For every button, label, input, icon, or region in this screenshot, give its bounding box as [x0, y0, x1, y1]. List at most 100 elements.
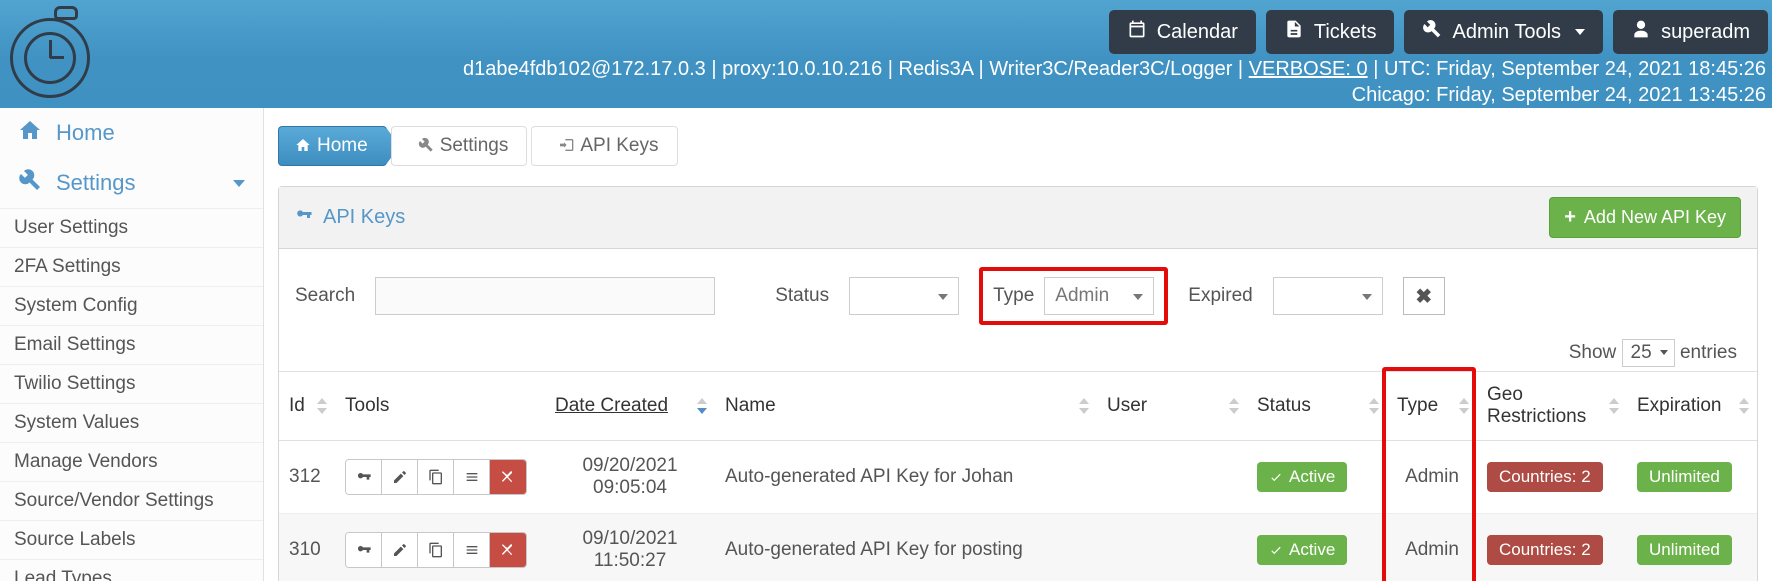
- admin-tools-label: Admin Tools: [1452, 21, 1561, 44]
- clear-filters-button[interactable]: ✖: [1403, 277, 1445, 315]
- col-type[interactable]: Type: [1387, 372, 1477, 441]
- row-tools: [345, 459, 527, 495]
- expiration-badge: Unlimited: [1637, 535, 1732, 565]
- view-key-button[interactable]: [346, 460, 382, 494]
- page-size-select[interactable]: 25: [1622, 339, 1675, 367]
- geo-badge: Countries: 2: [1487, 535, 1603, 565]
- cell-exp: Unlimited: [1627, 514, 1757, 581]
- server-info: d1abe4fdb102@172.17.0.3 | proxy:10.0.10.…: [463, 58, 1249, 80]
- cell-exp: Unlimited: [1627, 441, 1757, 514]
- delete-button[interactable]: [490, 460, 526, 494]
- cell-user: [1097, 514, 1247, 581]
- sidebar-sub-item[interactable]: Twilio Settings: [0, 364, 263, 403]
- cell-status: Active: [1247, 514, 1387, 581]
- chevron-down-icon: [1660, 350, 1668, 355]
- delete-button[interactable]: [490, 533, 526, 567]
- tickets-label: Tickets: [1314, 21, 1377, 44]
- view-key-button[interactable]: [346, 533, 382, 567]
- search-label: Search: [295, 285, 355, 307]
- utc-time: | UTC: Friday, September 24, 2021 18:45:…: [1373, 58, 1766, 80]
- col-date[interactable]: Date Created: [545, 372, 715, 441]
- sidebar-sub-item[interactable]: Source Labels: [0, 520, 263, 559]
- table-row: 310 09/10/2021 11:50:27 Auto-generated A…: [279, 514, 1757, 581]
- app-logo: [6, 8, 98, 100]
- list-button[interactable]: [454, 533, 490, 567]
- edit-button[interactable]: [382, 533, 418, 567]
- sidebar-sub-item[interactable]: Manage Vendors: [0, 442, 263, 481]
- col-exp[interactable]: Expiration: [1627, 372, 1757, 441]
- panel-apikeys: API Keys + Add New API Key Search Status…: [278, 186, 1758, 581]
- local-time: Chicago: Friday, September 24, 2021 13:4…: [463, 82, 1766, 108]
- crumb-home-label: Home: [317, 135, 368, 156]
- cell-user: [1097, 441, 1247, 514]
- cell-id: 312: [279, 441, 335, 514]
- page-size-value: 25: [1631, 342, 1652, 364]
- cell-tools: [335, 514, 545, 581]
- cell-geo: Countries: 2: [1477, 441, 1627, 514]
- expired-label: Expired: [1188, 285, 1252, 307]
- type-select-value: Admin: [1055, 285, 1109, 307]
- cell-id: 310: [279, 514, 335, 581]
- calendar-button[interactable]: Calendar: [1109, 10, 1256, 54]
- col-user[interactable]: User: [1097, 372, 1247, 441]
- sidebar-sub-item[interactable]: System Values: [0, 403, 263, 442]
- col-name[interactable]: Name: [715, 372, 1097, 441]
- expiration-badge: Unlimited: [1637, 462, 1732, 492]
- list-button[interactable]: [454, 460, 490, 494]
- entries-control: Show 25 entries: [279, 335, 1757, 371]
- edit-button[interactable]: [382, 460, 418, 494]
- cell-name: Auto-generated API Key for Johan: [715, 441, 1097, 514]
- search-input[interactable]: [375, 277, 715, 315]
- user-menu-button[interactable]: superadm: [1613, 10, 1768, 54]
- chevron-down-icon: [233, 180, 245, 187]
- user-label: superadm: [1661, 21, 1750, 44]
- col-geo[interactable]: Geo Restrictions: [1477, 372, 1627, 441]
- add-api-key-button[interactable]: + Add New API Key: [1549, 197, 1741, 238]
- col-status[interactable]: Status: [1247, 372, 1387, 441]
- sidebar-sub-item[interactable]: User Settings: [0, 208, 263, 247]
- sidebar-home-label: Home: [56, 120, 115, 146]
- close-icon: ✖: [1415, 284, 1432, 309]
- add-api-key-label: Add New API Key: [1584, 207, 1726, 228]
- type-label: Type: [993, 285, 1034, 307]
- status-select[interactable]: [849, 277, 959, 315]
- sidebar-sub-item[interactable]: Email Settings: [0, 325, 263, 364]
- crumb-home[interactable]: Home: [278, 126, 387, 166]
- cell-geo: Countries: 2: [1477, 514, 1627, 581]
- copy-button[interactable]: [418, 533, 454, 567]
- api-keys-table: Id Tools Date Created Name User Status T…: [279, 371, 1757, 581]
- topbar-info: d1abe4fdb102@172.17.0.3 | proxy:10.0.10.…: [463, 56, 1766, 108]
- type-filter-highlight: Type Admin: [979, 267, 1168, 325]
- admin-tools-button[interactable]: Admin Tools: [1404, 10, 1603, 54]
- col-id[interactable]: Id: [279, 372, 335, 441]
- plus-icon: +: [1564, 206, 1576, 229]
- breadcrumb: Home Settings API Keys: [278, 126, 1758, 166]
- crumb-apikeys-label: API Keys: [580, 135, 658, 156]
- sidebar-sub-item[interactable]: Source/Vendor Settings: [0, 481, 263, 520]
- panel-header: API Keys + Add New API Key: [279, 187, 1757, 249]
- panel-title: API Keys: [323, 206, 405, 229]
- expired-select[interactable]: [1273, 277, 1383, 315]
- sidebar-settings-label: Settings: [56, 170, 136, 196]
- col-tools[interactable]: Tools: [335, 372, 545, 441]
- copy-button[interactable]: [418, 460, 454, 494]
- sidebar-sub-item[interactable]: 2FA Settings: [0, 247, 263, 286]
- filters: Search Status Type Admin Expired ✖: [279, 249, 1757, 335]
- chevron-down-icon: [1133, 294, 1143, 300]
- sidebar-sub-item[interactable]: System Config: [0, 286, 263, 325]
- sidebar-sub-item[interactable]: Lead Types: [0, 559, 263, 581]
- topbar: Calendar Tickets Admin Tools superadm d1…: [0, 0, 1772, 108]
- geo-badge: Countries: 2: [1487, 462, 1603, 492]
- sidebar-item-home[interactable]: Home: [0, 108, 263, 158]
- crumb-apikeys[interactable]: API Keys: [531, 126, 677, 166]
- calendar-label: Calendar: [1157, 21, 1238, 44]
- crumb-settings[interactable]: Settings: [391, 126, 528, 166]
- status-badge: Active: [1257, 535, 1347, 565]
- chevron-down-icon: [1575, 29, 1585, 35]
- verbose-link[interactable]: VERBOSE: 0: [1249, 58, 1368, 80]
- topbar-buttons: Calendar Tickets Admin Tools superadm: [1109, 10, 1768, 54]
- sidebar-item-settings[interactable]: Settings: [0, 158, 263, 208]
- type-select[interactable]: Admin: [1044, 277, 1154, 315]
- tickets-button[interactable]: Tickets: [1266, 10, 1395, 54]
- show-label: Show: [1569, 342, 1617, 363]
